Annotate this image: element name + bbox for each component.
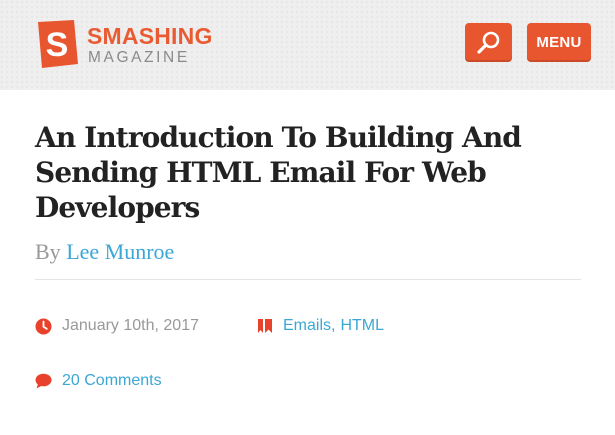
search-button[interactable]: [465, 23, 512, 62]
publish-date: January 10th, 2017: [35, 317, 199, 335]
smashing-logo-icon: S: [38, 20, 78, 68]
site-header: S SMASHING MAGAZINE MENU: [0, 0, 615, 90]
date-text: January 10th, 2017: [62, 317, 199, 334]
comments-count: 20 Comments: [35, 372, 162, 390]
logo-subtitle: MAGAZINE: [88, 49, 190, 66]
bookmark-icon: [257, 318, 273, 334]
comments-link[interactable]: 20 Comments: [62, 372, 162, 390]
byline-prefix: By: [35, 239, 61, 264]
divider: [35, 279, 581, 280]
tag-separator: ,: [331, 317, 336, 334]
author-link[interactable]: Lee Munroe: [66, 239, 174, 264]
site-logo[interactable]: S SMASHING MAGAZINE: [33, 18, 223, 74]
article-title: An Introduction To Building And Sending …: [35, 121, 522, 224]
logo-name: SMASHING: [87, 23, 213, 49]
article-tags: Emails , HTML: [257, 317, 384, 335]
tag-link-emails[interactable]: Emails: [283, 317, 331, 335]
svg-text:S: S: [46, 26, 69, 64]
tag-link-html[interactable]: HTML: [340, 317, 384, 335]
search-icon: [476, 31, 499, 54]
clock-icon: [35, 318, 52, 335]
comment-bubble-icon: [35, 373, 52, 389]
byline: By Lee Munroe: [35, 239, 583, 265]
article-header: An Introduction To Building And Sending …: [35, 120, 583, 280]
menu-button[interactable]: MENU: [527, 23, 591, 62]
